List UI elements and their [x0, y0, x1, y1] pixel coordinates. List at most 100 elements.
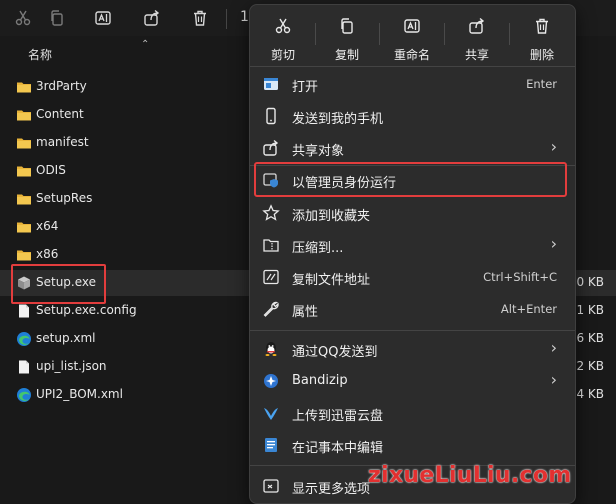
- share-icon: [144, 9, 160, 26]
- menu-item-label: 共享对象: [292, 144, 345, 159]
- toolbar-share-button[interactable]: [139, 6, 165, 30]
- toolbar-delete-button[interactable]: [187, 6, 213, 30]
- quick-action-share[interactable]: 共享: [446, 11, 508, 65]
- folder-icon: [17, 166, 31, 177]
- file-name: x64: [36, 219, 59, 233]
- quick-action-label: 剪切: [270, 48, 295, 62]
- notepad-icon: [262, 436, 280, 454]
- menu-item-send-via-qq[interactable]: 通过QQ发送到 ›: [254, 334, 571, 364]
- document-icon: [19, 360, 29, 374]
- quick-action-separator: [509, 23, 510, 45]
- toolbar-separator: [226, 9, 227, 29]
- phone-icon: [262, 107, 280, 125]
- menu-item-shortcut: Alt+Enter: [500, 302, 557, 316]
- trash-icon: [194, 10, 206, 26]
- toolbar-cut-button[interactable]: [10, 6, 36, 30]
- xunlei-icon: [262, 404, 280, 422]
- star-icon: [262, 204, 280, 222]
- menu-item-copy-as-path[interactable]: 复制文件地址 Ctrl+Shift+C: [254, 262, 571, 292]
- file-size: 2 KB: [576, 359, 604, 373]
- file-size: 6 KB: [576, 331, 604, 345]
- menu-divider: [250, 330, 575, 331]
- file-size: 1 KB: [576, 303, 604, 317]
- sort-chevron-up-icon[interactable]: ⌃: [141, 39, 149, 50]
- menu-item-add-to-favorites[interactable]: 添加到收藏夹: [254, 198, 571, 228]
- folder-icon: [17, 222, 31, 233]
- menu-item-upload-xunlei[interactable]: 上传到迅雷云盘: [254, 398, 571, 428]
- toolbar-rename-button[interactable]: [90, 6, 116, 30]
- quick-action-label: 删除: [529, 48, 554, 62]
- menu-item-shortcut: Enter: [526, 77, 557, 91]
- column-header-name[interactable]: 名称: [28, 46, 52, 63]
- wrench-icon: [262, 300, 280, 318]
- menu-item-shortcut: Ctrl+Shift+C: [483, 270, 557, 284]
- file-name: SetupRes: [36, 191, 93, 205]
- quick-action-delete[interactable]: 删除: [511, 11, 573, 65]
- chevron-right-icon: ›: [550, 338, 557, 357]
- menu-item-send-to-phone[interactable]: 发送到我的手机: [254, 101, 571, 131]
- quick-action-label: 复制: [334, 48, 359, 62]
- bandizip-icon: [262, 372, 280, 390]
- document-icon: [19, 304, 29, 318]
- menu-item-share-with[interactable]: 共享对象 ›: [254, 133, 571, 163]
- more-options-icon: [262, 477, 280, 495]
- toolbar-copy-button[interactable]: [44, 6, 70, 30]
- chevron-right-icon: ›: [550, 370, 557, 389]
- menu-item-compress-to[interactable]: 压缩到... ›: [254, 230, 571, 260]
- path-icon: [262, 268, 280, 286]
- file-name: ODIS: [36, 163, 66, 177]
- file-name: Content: [36, 107, 84, 121]
- file-name: UPI2_BOM.xml: [36, 387, 123, 401]
- menu-item-label: Bandizip: [292, 373, 348, 388]
- share-icon: [469, 17, 485, 34]
- menu-item-label: 属性: [292, 305, 319, 320]
- watermark-text: zixueLiuLiu.com: [368, 463, 572, 488]
- qq-icon: [262, 340, 280, 358]
- menu-item-label: 复制文件地址: [292, 273, 371, 288]
- quick-action-rename[interactable]: 重命名: [381, 11, 443, 65]
- file-name: x86: [36, 247, 59, 261]
- menu-item-label: 在记事本中编辑: [292, 441, 384, 456]
- edge-browser-icon: [17, 388, 31, 402]
- edge-browser-icon: [17, 332, 31, 346]
- quick-action-copy[interactable]: 复制: [316, 11, 378, 65]
- zip-icon: [262, 236, 280, 254]
- file-name: Setup.exe.config: [36, 303, 137, 317]
- menu-item-edit-in-notepad[interactable]: 在记事本中编辑: [254, 430, 571, 460]
- menu-item-label: 压缩到...: [292, 241, 344, 256]
- file-name: setup.xml: [36, 331, 96, 345]
- run-as-admin-highlight-box: [254, 162, 567, 197]
- folder-icon: [17, 250, 31, 261]
- quick-action-cut[interactable]: 剪切: [252, 11, 314, 65]
- folder-icon: [17, 82, 31, 93]
- menu-item-label: 上传到迅雷云盘: [292, 409, 384, 424]
- menu-item-label: 通过QQ发送到: [292, 345, 378, 360]
- trash-icon: [536, 18, 548, 34]
- quick-action-separator: [379, 23, 380, 45]
- quick-action-label: 重命名: [393, 48, 430, 62]
- file-name: manifest: [36, 135, 89, 149]
- copy-icon: [51, 10, 63, 26]
- folder-icon: [17, 110, 31, 121]
- folder-icon: [17, 194, 31, 205]
- rename-icon: [95, 11, 111, 25]
- folder-icon: [17, 138, 31, 149]
- toolbar-partial-label: 1: [240, 9, 249, 25]
- open-icon: [262, 75, 280, 93]
- share-icon: [262, 139, 280, 157]
- menu-item-open[interactable]: 打开 Enter: [254, 69, 571, 99]
- quick-action-separator: [444, 23, 445, 45]
- menu-item-label: 添加到收藏夹: [292, 209, 371, 224]
- menu-item-label: 发送到我的手机: [292, 112, 384, 127]
- chevron-right-icon: ›: [550, 137, 557, 156]
- chevron-right-icon: ›: [550, 234, 557, 253]
- file-name: 3rdParty: [36, 79, 87, 93]
- scissors-icon: [275, 18, 291, 34]
- context-menu: 剪切 复制 重命名 共享 删除 打开 Enter 发送到我的手机 共享对象 ›: [249, 4, 576, 504]
- menu-item-label: 显示更多选项: [292, 482, 371, 497]
- menu-item-properties[interactable]: 属性 Alt+Enter: [254, 294, 571, 324]
- menu-divider: [250, 66, 575, 67]
- quick-action-label: 共享: [464, 48, 489, 62]
- copy-icon: [341, 18, 353, 34]
- menu-item-bandizip[interactable]: Bandizip ›: [254, 366, 571, 396]
